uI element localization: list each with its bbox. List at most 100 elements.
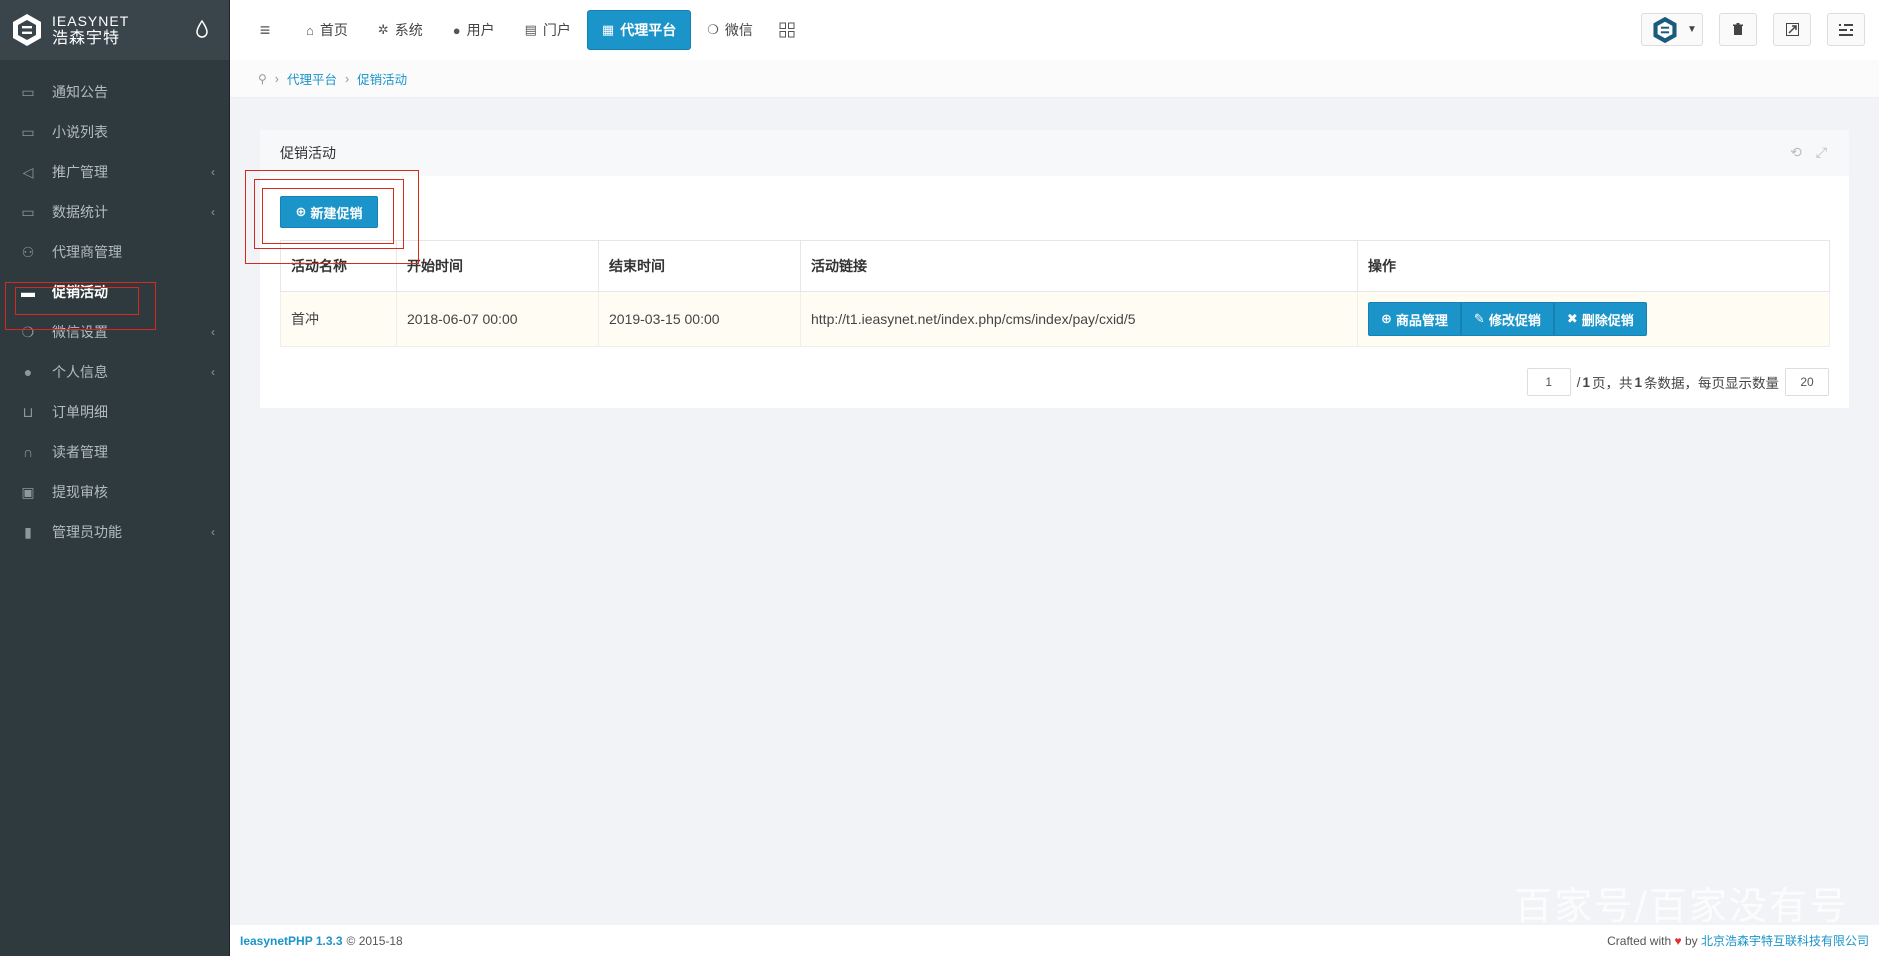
top-nav-label: 门户: [542, 22, 571, 38]
top-nav-label: 代理平台: [620, 22, 677, 38]
user-icon: ●: [452, 22, 461, 38]
cell-end: 2019-03-15 00:00: [598, 291, 801, 347]
sidebar-item-label: 管理员功能: [52, 524, 122, 540]
sidebar-item[interactable]: ▭ 通知公告: [0, 72, 229, 112]
map-marker-icon: ⚲: [258, 71, 267, 86]
delete-promotion-button[interactable]: ✖ 删除促销: [1553, 302, 1647, 336]
lock-icon: ▮: [24, 523, 32, 540]
brand[interactable]: IEASYNET 浩森宇特: [0, 0, 229, 60]
cell-name: 首冲: [280, 291, 397, 347]
table-row: 首冲 2018-06-07 00:00 2019-03-15 00:00 htt…: [280, 291, 1830, 347]
copyright-text: © 2015-18: [346, 933, 403, 948]
sidebar-item[interactable]: ▭ 小说列表: [0, 112, 229, 152]
apps-grid-button[interactable]: [769, 10, 805, 50]
users-icon: ⚇: [21, 243, 35, 260]
fullscreen-icon[interactable]: ⤢: [1816, 144, 1827, 161]
bullhorn-icon: ◁: [22, 163, 34, 180]
sidebar-item-label: 读者管理: [52, 444, 108, 460]
cart-icon: ⊔: [22, 403, 34, 420]
list-alt-icon: ▦: [601, 22, 615, 37]
column-header: 开始时间: [396, 240, 599, 292]
breadcrumb-item[interactable]: 促销活动: [357, 69, 407, 88]
highlight-box-inner: [262, 188, 394, 244]
panel-title: 促销活动: [280, 145, 336, 161]
brand-name-en: IEASYNET: [52, 13, 130, 29]
theme-drop-icon[interactable]: [195, 20, 209, 38]
top-nav-item[interactable]: ▤ 门户: [511, 10, 585, 50]
heart-icon: ♥: [1674, 934, 1682, 948]
headphones-icon: ∩: [22, 444, 34, 460]
sidebar-item[interactable]: ⚇ 代理商管理: [0, 232, 229, 272]
settings-panel-button[interactable]: [1827, 13, 1865, 46]
folder-icon: ▭: [21, 203, 35, 220]
pagination: 1 / 1 页，共 1 条数据，每页显示数量 20: [1526, 368, 1829, 396]
folder-icon: ▭: [21, 123, 35, 140]
menu-toggle-icon[interactable]: ≡: [252, 20, 278, 41]
highlight-box-inner: [15, 287, 139, 315]
plus-circle-icon: ⊕: [1381, 311, 1392, 326]
total-pages: 1: [1582, 374, 1590, 390]
top-nav-label: 用户: [466, 22, 495, 38]
sidebar-item-label: 订单明细: [52, 404, 108, 420]
sidebar-item-label: 代理商管理: [52, 244, 122, 260]
top-nav-item[interactable]: ❍ 微信: [693, 10, 767, 50]
refresh-icon[interactable]: ⟲: [1790, 144, 1802, 161]
promotion-panel: 促销活动 ⟲ ⤢ ⊕ 新建促销 活动名称 开始时间 结束时间 活动链接 操作 首…: [260, 130, 1849, 408]
top-nav-label: 微信: [724, 22, 753, 38]
sidebar-item-label: 推广管理: [52, 164, 108, 180]
sidebar-item[interactable]: ● 个人信息 ‹: [0, 352, 229, 392]
user-icon: ●: [23, 364, 33, 380]
chevron-left-icon: ‹: [211, 365, 215, 379]
brand-name-cn: 浩森宇特: [52, 30, 121, 47]
caret-down-icon: ▼: [1687, 24, 1697, 35]
total-records: 1: [1634, 374, 1642, 390]
watermark: 百家号/百家没有号: [1514, 884, 1849, 928]
cell-ops: ⊕ 商品管理 ✎ 修改促销 ✖ 删除促销: [1357, 291, 1830, 347]
chevron-left-icon: ‹: [211, 525, 215, 539]
trash-icon: [1733, 23, 1743, 35]
user-avatar-dropdown[interactable]: ▼: [1641, 13, 1703, 46]
top-nav-item[interactable]: ● 用户: [439, 10, 509, 50]
expand-icon: [1785, 23, 1799, 36]
version-link[interactable]: IeasynetPHP 1.3.3: [240, 934, 343, 948]
chevron-left-icon: ‹: [211, 205, 215, 219]
top-nav: ⌂ 首页 ✲ 系统 ● 用户 ▤ 门户 ▦ 代理平台 ❍ 微信: [292, 10, 769, 50]
column-header: 活动链接: [800, 240, 1358, 292]
sidebar-item-label: 个人信息: [52, 364, 108, 380]
list-icon: [1839, 23, 1853, 36]
sidebar-item[interactable]: ▭ 数据统计 ‹: [0, 192, 229, 232]
top-nav-item[interactable]: ⌂ 首页: [292, 10, 362, 50]
close-icon: ✖: [1566, 311, 1578, 326]
manage-goods-button[interactable]: ⊕ 商品管理: [1368, 302, 1461, 336]
sidebar-item[interactable]: ▣ 提现审核: [0, 472, 229, 512]
chevron-left-icon: ‹: [211, 325, 215, 339]
breadcrumb-item[interactable]: 代理平台: [287, 69, 337, 88]
top-nav-label: 首页: [319, 22, 348, 38]
wechat-icon: ❍: [707, 22, 719, 37]
top-nav-item[interactable]: ✲ 系统: [364, 10, 437, 50]
page-number-input[interactable]: 1: [1526, 368, 1571, 396]
sidebar-item[interactable]: ∩ 读者管理: [0, 432, 229, 472]
top-navbar: ≡ ⌂ 首页 ✲ 系统 ● 用户 ▤ 门户 ▦ 代理平台 ❍ 微信 ▼: [230, 0, 1879, 60]
sidebar-item-label: 提现审核: [52, 484, 108, 500]
sidebar-item[interactable]: ◁ 推广管理 ‹: [0, 152, 229, 192]
column-header: 操作: [1357, 240, 1830, 292]
cell-link: http://t1.ieasynet.net/index.php/cms/ind…: [800, 291, 1358, 347]
promotion-table: 活动名称 开始时间 结束时间 活动链接 操作 首冲 2018-06-07 00:…: [280, 240, 1830, 347]
sidebar-item[interactable]: ▮ 管理员功能 ‹: [0, 512, 229, 552]
sidebar-item-label: 小说列表: [52, 124, 108, 140]
company-link[interactable]: 北京浩森宇特互联科技有限公司: [1701, 934, 1869, 948]
column-header: 结束时间: [598, 240, 801, 292]
page-size-input[interactable]: 20: [1785, 368, 1829, 396]
sidebar-item-label: 数据统计: [52, 204, 108, 220]
chevron-left-icon: ‹: [211, 165, 215, 179]
edit-promotion-button[interactable]: ✎ 修改促销: [1460, 302, 1554, 336]
fullscreen-button[interactable]: [1773, 13, 1811, 46]
folder-icon: ▭: [21, 83, 35, 100]
top-nav-item[interactable]: ▦ 代理平台: [586, 10, 692, 50]
grid-icon: [779, 22, 795, 38]
clear-cache-button[interactable]: [1719, 13, 1757, 46]
sidebar-item[interactable]: ⊔ 订单明细: [0, 392, 229, 432]
avatar: [1653, 16, 1677, 43]
money-icon: ▣: [21, 483, 35, 500]
